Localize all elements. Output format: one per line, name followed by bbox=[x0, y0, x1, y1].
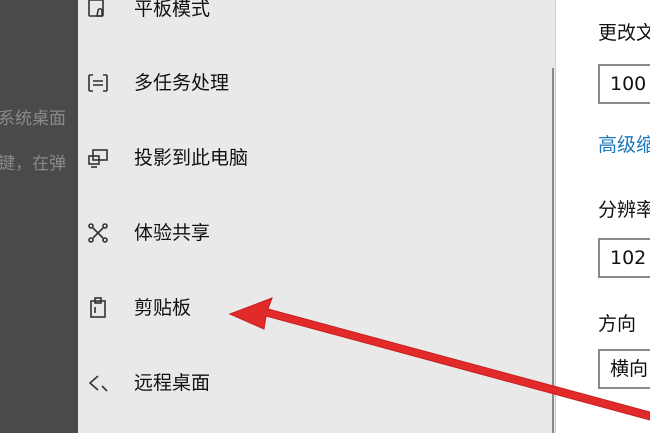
red-arrow-shape bbox=[228, 297, 650, 421]
annotation-arrow bbox=[228, 297, 650, 421]
